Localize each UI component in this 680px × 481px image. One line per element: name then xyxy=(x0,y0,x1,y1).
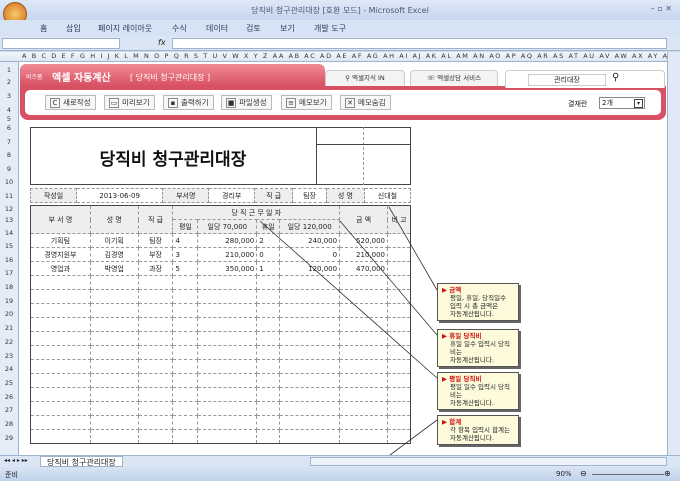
callout-text: 각 항목 입력시 합계는 xyxy=(450,426,511,434)
callout-holiday: ▶ 휴일 당직비 휴일 일수 입력시 당직비는 자동계산됩니다. xyxy=(437,329,519,367)
callout-text: 평일, 휴일, 당직일수 xyxy=(450,294,507,302)
callout-weekday: ▶ 평일 당직비 평일 일수 입력시 당직비는 자동계산됩니다. xyxy=(437,372,519,410)
status-bar: 준비 90% ⊖ ⊕ xyxy=(0,467,680,481)
callout-text: 자동계산됩니다. xyxy=(450,356,494,364)
callout-text: 자동계산됩니다. xyxy=(450,310,494,318)
callout-title: ▶ 금액 xyxy=(442,286,462,294)
sheet-nav-arrows[interactable]: ◂◂ ◂ ▸ ▸▸ xyxy=(4,457,28,464)
leader-line-amount xyxy=(388,206,438,291)
callout-amount: ▶ 금액 평일, 휴일, 당직일수 입력 시 총 금액은 자동계산됩니다. xyxy=(437,283,519,321)
leader-line-holiday xyxy=(339,220,438,336)
zoom-level: 90% xyxy=(556,470,572,478)
callout-leader-lines xyxy=(259,206,438,456)
callout-text: 자동계산됩니다. xyxy=(450,434,494,442)
zoom-slider[interactable] xyxy=(592,474,664,475)
status-ready: 준비 xyxy=(5,471,18,479)
leader-line-total xyxy=(389,419,438,456)
sheet-tab-bar: ◂◂ ◂ ▸ ▸▸ 당직비 청구관리대장 xyxy=(0,455,680,467)
callout-text: 휴일 일수 입력시 당직비는 xyxy=(450,340,511,356)
callout-title: ▶ 합계 xyxy=(442,418,462,426)
sheet-tab-active[interactable]: 당직비 청구관리대장 xyxy=(40,456,123,467)
callout-title: ▶ 평일 당직비 xyxy=(442,375,482,383)
callout-text: 입력 시 총 금액은 xyxy=(450,302,499,310)
callout-title: ▶ 휴일 당직비 xyxy=(442,332,482,340)
callout-text: 자동계산됩니다. xyxy=(450,399,494,407)
zoom-in-icon[interactable]: ⊕ xyxy=(664,469,671,478)
callout-text: 평일 일수 입력시 당직비는 xyxy=(450,383,511,399)
callout-total: ▶ 합계 각 항목 입력시 합계는 자동계산됩니다. xyxy=(437,415,519,445)
horizontal-scrollbar[interactable] xyxy=(310,457,667,466)
zoom-out-icon[interactable]: ⊖ xyxy=(580,469,587,478)
